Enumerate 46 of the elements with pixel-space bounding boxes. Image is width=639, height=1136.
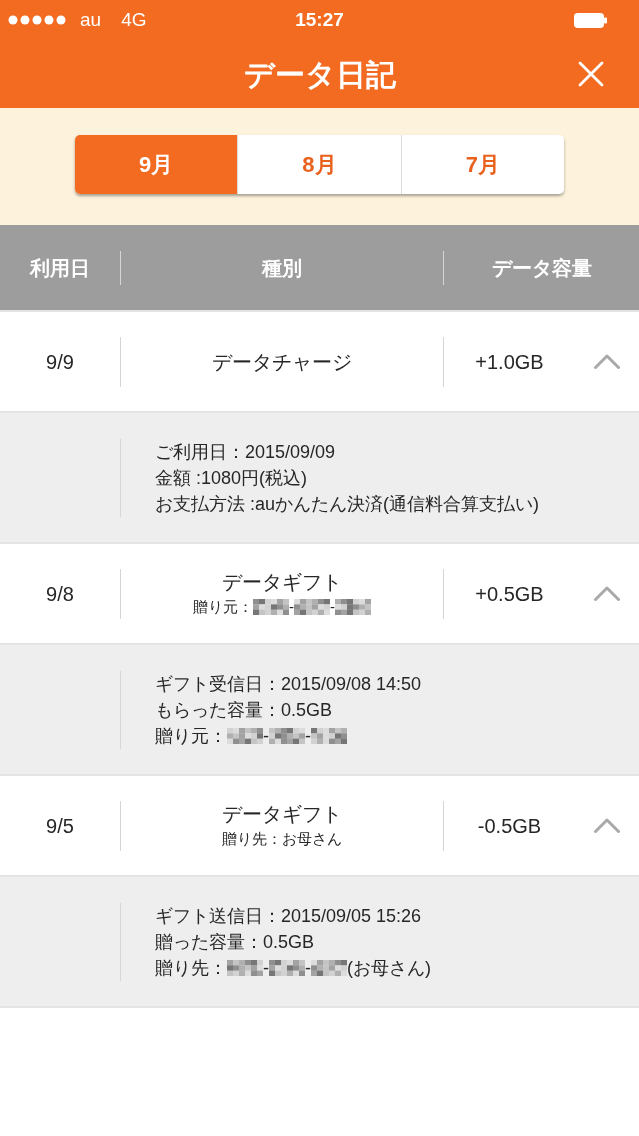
mosaic-icon (335, 599, 371, 615)
column-header: データ容量 (490, 255, 593, 281)
detail-text: お支払方法 :auかんたん決済(通信料合算支払い) (155, 492, 539, 516)
detail-text: - (305, 956, 311, 980)
detail-text: ギフト受信日：2015/09/08 14:50 (155, 672, 422, 696)
detail-text: - (263, 724, 269, 748)
column-header: 利用日 (28, 255, 91, 281)
detail-text: 贈り元： (155, 724, 227, 748)
close-icon (578, 61, 604, 87)
column-header: 種別 (260, 255, 303, 281)
mosaic-icon (269, 727, 305, 744)
data-amount: +0.5GB (474, 581, 545, 607)
detail-text: ギフト送信日：2015/09/05 15:26 (155, 904, 422, 928)
data-amount: -0.5GB (476, 813, 543, 839)
detail-text: もらった容量：0.5GB (155, 698, 333, 722)
entry-date: 9/9 (45, 349, 75, 375)
detail-text: - (305, 724, 311, 748)
detail-text: 贈り先： (155, 956, 227, 980)
battery-icon (574, 12, 607, 28)
detail-text: 金額 :1080円(税込) (155, 466, 308, 490)
network-type: 4G (121, 7, 147, 32)
mosaic-icon (294, 599, 330, 615)
detail-text: (お母さん) (347, 956, 431, 980)
mosaic-icon (253, 599, 289, 615)
status-time: 15:27 (295, 7, 344, 32)
entry-type: データチャージ (212, 349, 352, 375)
data-amount: +1.0GB (474, 349, 545, 375)
entry-sub-text: - (289, 597, 294, 617)
mosaic-icon (311, 727, 347, 744)
screen-title: データ日記 (243, 56, 396, 93)
carrier-name: au (80, 7, 102, 32)
entry-sub-text: 贈り元： (193, 597, 253, 617)
entry-date: 9/5 (45, 813, 75, 839)
entry-date: 9/8 (45, 581, 75, 607)
mosaic-icon (227, 959, 263, 976)
mosaic-icon (269, 959, 305, 976)
detail-text: 贈った容量：0.5GB (155, 930, 315, 954)
detail-text: ご利用日：2015/09/09 (155, 440, 336, 464)
entry-type: データギフト (222, 570, 342, 595)
detail-text: - (263, 956, 269, 980)
entry-sub-text: 贈り先：お母さん (222, 829, 342, 849)
entry-type: データギフト (222, 802, 342, 827)
mosaic-icon (311, 959, 347, 976)
mosaic-icon (227, 727, 263, 744)
signal-strength-icon (8, 15, 66, 25)
entry-sub-text: - (330, 597, 335, 617)
